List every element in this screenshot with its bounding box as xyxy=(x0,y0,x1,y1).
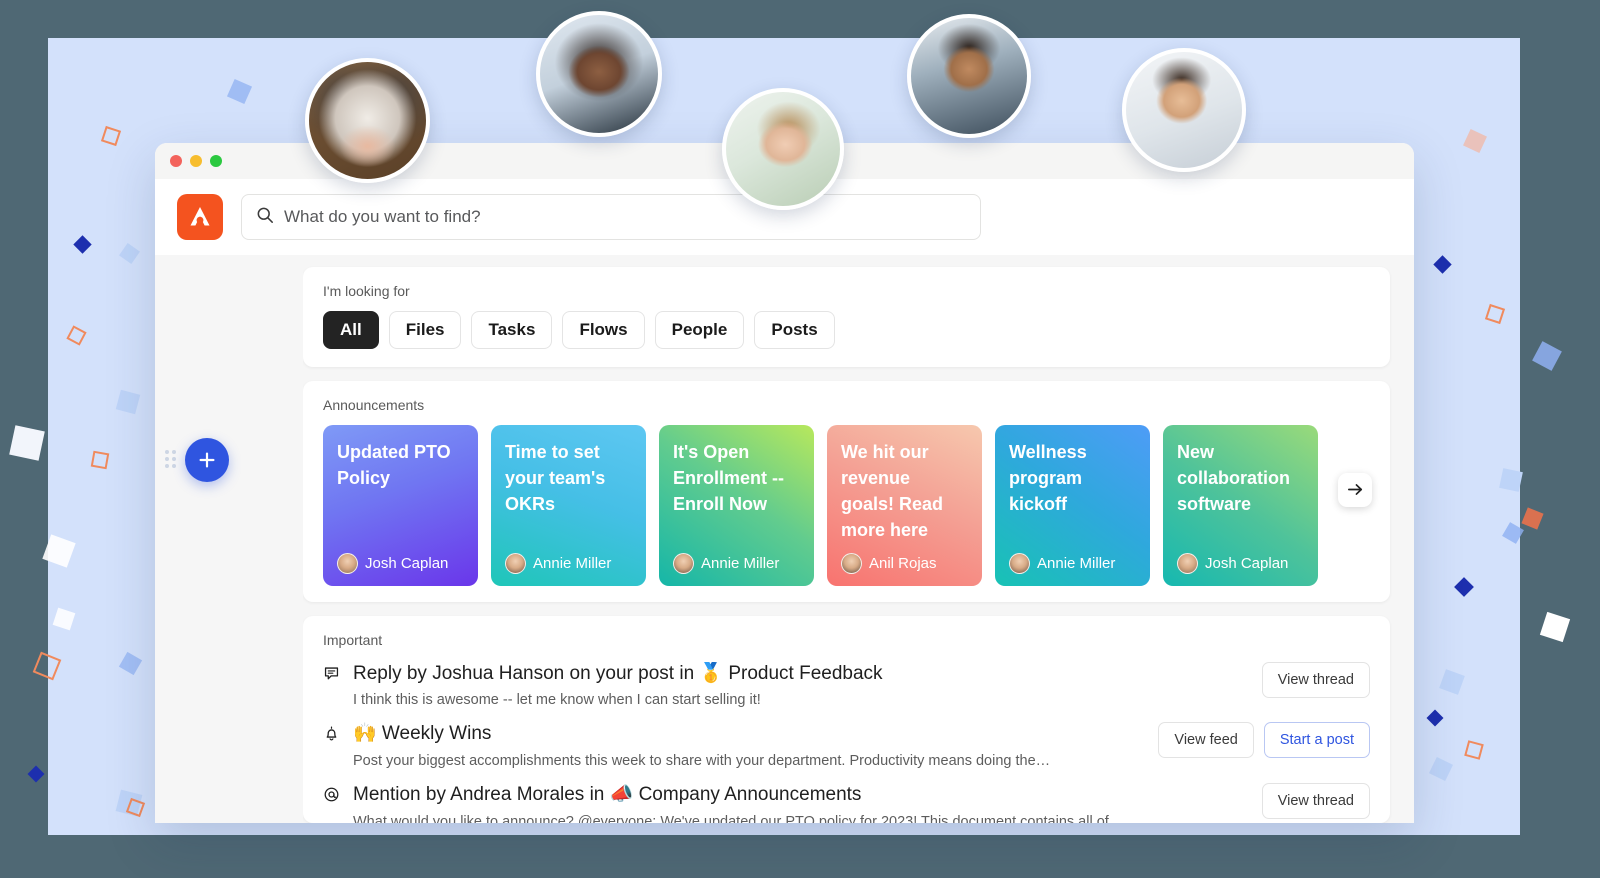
window-close-button[interactable] xyxy=(170,155,182,167)
search-bar[interactable] xyxy=(241,194,981,240)
announcement-author-name: Annie Miller xyxy=(533,554,612,572)
important-list: Reply by Joshua Hanson on your post in 🥇… xyxy=(303,648,1390,823)
arrow-right-icon xyxy=(1347,484,1362,495)
filter-pill-people[interactable]: People xyxy=(654,311,745,349)
important-item-subtext: I think this is awesome -- let me know w… xyxy=(353,692,761,709)
important-item-headline: 🙌 Weekly Wins xyxy=(353,723,492,745)
filter-pill-posts[interactable]: Posts xyxy=(754,311,835,349)
main-column: I'm looking for All Files Tasks Flows People… xyxy=(303,255,1414,823)
important-item-text: Reply by Joshua Hanson on your post in 🥇… xyxy=(353,662,1248,709)
looking-for-label: I'm looking for xyxy=(323,283,410,299)
start-a-post-button[interactable]: Start a post xyxy=(1263,722,1370,759)
important-item-headline: Reply by Joshua Hanson on your post in 🥇… xyxy=(353,662,883,684)
carousel-next-button[interactable] xyxy=(1338,472,1372,507)
announcement-author: Josh Caplan xyxy=(1177,552,1304,574)
view-thread-button[interactable]: View thread xyxy=(1261,783,1370,820)
avatar-bubble-woman-1 xyxy=(536,11,662,137)
announcement-card[interactable]: Updated PTO Policy Josh Caplan xyxy=(323,424,478,586)
important-item-text: Mention by Andrea Morales in 📣 Company A… xyxy=(353,783,1248,823)
announcement-card[interactable]: It's Open Enrollment -- Enroll Now Annie … xyxy=(659,424,814,586)
avatar-bubble-dog xyxy=(305,58,430,183)
filter-pill-flows[interactable]: Flows xyxy=(562,311,645,349)
avatar xyxy=(1009,552,1030,574)
window-maximize-button[interactable] xyxy=(210,155,222,167)
app-window: I'm looking for AllFilesTasksFlowsPeople… xyxy=(155,143,1414,823)
avatar xyxy=(1177,552,1198,574)
important-item[interactable]: Reply by Joshua Hanson on your post in 🥇… xyxy=(303,648,1390,709)
filter-pill-files[interactable]: Files xyxy=(388,311,462,349)
avatar xyxy=(673,552,694,574)
important-item-actions: View thread xyxy=(1248,783,1370,820)
announcement-card[interactable]: Time to set your team's OKRs Annie Miller xyxy=(491,424,646,586)
announcement-title: Wellness program kickoff xyxy=(1009,441,1087,514)
announcement-author-name: Annie Miller xyxy=(701,554,780,572)
avatar xyxy=(505,552,526,574)
left-rail xyxy=(155,255,303,823)
announcement-author: Annie Miller xyxy=(1009,552,1136,574)
app-body: I'm looking for All Files Tasks Flows People… xyxy=(155,255,1414,823)
important-panel: Important Reply by Joshua Hanson on your… xyxy=(303,615,1390,823)
important-item[interactable]: 🙌 Weekly Wins Post your biggest accomplis… xyxy=(303,708,1390,769)
avatar xyxy=(841,552,862,574)
search-input[interactable] xyxy=(284,207,966,227)
announcement-author: Anil Rojas xyxy=(841,552,968,574)
filter-pill-all[interactable]: All xyxy=(323,311,379,349)
announcement-author-name: Anil Rojas xyxy=(869,554,937,572)
search-icon xyxy=(256,206,274,229)
announcement-author: Annie Miller xyxy=(505,552,632,574)
create-button[interactable] xyxy=(185,438,229,482)
important-label: Important xyxy=(323,631,383,648)
avatar xyxy=(337,552,358,574)
announcement-title: It's Open Enrollment -- Enroll Now xyxy=(673,441,784,514)
screenshot-stage: I'm looking for AllFilesTasksFlowsPeople… xyxy=(0,0,1600,878)
announcement-author: Josh Caplan xyxy=(337,552,464,574)
important-item-text: 🙌 Weekly Wins Post your biggest accomplis… xyxy=(353,722,1144,769)
avatar-bubble-woman-2 xyxy=(722,88,844,210)
announcements-label: Announcements xyxy=(323,396,425,413)
important-item[interactable]: Mention by Andrea Morales in 📣 Company A… xyxy=(303,769,1390,823)
assembly-logo-icon[interactable] xyxy=(177,194,223,240)
announcement-card[interactable]: Wellness program kickoff Annie Miller xyxy=(995,424,1150,586)
window-minimize-button[interactable] xyxy=(190,155,202,167)
filter-pill-tasks[interactable]: Tasks xyxy=(471,311,553,349)
important-item-subtext: What would you like to announce? @everyo… xyxy=(353,813,1124,823)
decor-square xyxy=(9,425,45,461)
decor-square xyxy=(1532,341,1562,371)
drag-handle-icon[interactable] xyxy=(165,450,177,470)
important-item-headline: Mention by Andrea Morales in 📣 Company A… xyxy=(353,784,862,806)
announcement-title: Updated PTO Policy xyxy=(337,441,451,488)
avatar-bubble-man-2 xyxy=(1122,48,1246,172)
announcement-title: New collaboration software xyxy=(1177,441,1291,514)
plus-icon xyxy=(199,452,215,468)
mention-icon xyxy=(323,783,353,808)
announcement-author: Annie Miller xyxy=(673,552,800,574)
important-item-actions: View thread xyxy=(1248,661,1370,698)
announcements-panel: Announcements Updated PTO Policy Josh Cap… xyxy=(303,380,1390,602)
announcements-carousel[interactable]: Updated PTO Policy Josh Caplan Time to set… xyxy=(303,413,1390,586)
announcement-title: Time to set your team's OKRs xyxy=(505,441,606,514)
create-fab-group xyxy=(165,438,229,482)
looking-for-panel: I'm looking for All Files Tasks Flows People… xyxy=(303,267,1390,367)
decor-square xyxy=(1521,507,1544,530)
announcement-author-name: Josh Caplan xyxy=(365,554,449,572)
bell-icon xyxy=(323,722,353,747)
announcement-card[interactable]: New collaboration software Josh Caplan xyxy=(1163,424,1318,586)
decor-diamond xyxy=(27,765,45,783)
comment-icon xyxy=(323,662,353,687)
announcement-author-name: Josh Caplan xyxy=(1205,554,1289,572)
decor-square xyxy=(1539,611,1571,643)
filter-pill-row: All Files Tasks Flows People Posts xyxy=(303,299,1390,349)
avatar-bubble-man-1 xyxy=(907,14,1031,138)
important-item-actions: View feed Start a post xyxy=(1144,722,1370,759)
important-item-subtext: Post your biggest accomplishments this w… xyxy=(353,753,1051,770)
view-thread-button[interactable]: View thread xyxy=(1261,661,1370,698)
announcement-author-name: Annie Miller xyxy=(1037,554,1116,572)
announcement-title: We hit our revenue goals! Read more here xyxy=(841,441,944,540)
view-feed-button[interactable]: View feed xyxy=(1158,722,1254,759)
announcement-card[interactable]: We hit our revenue goals! Read more here… xyxy=(827,424,982,586)
